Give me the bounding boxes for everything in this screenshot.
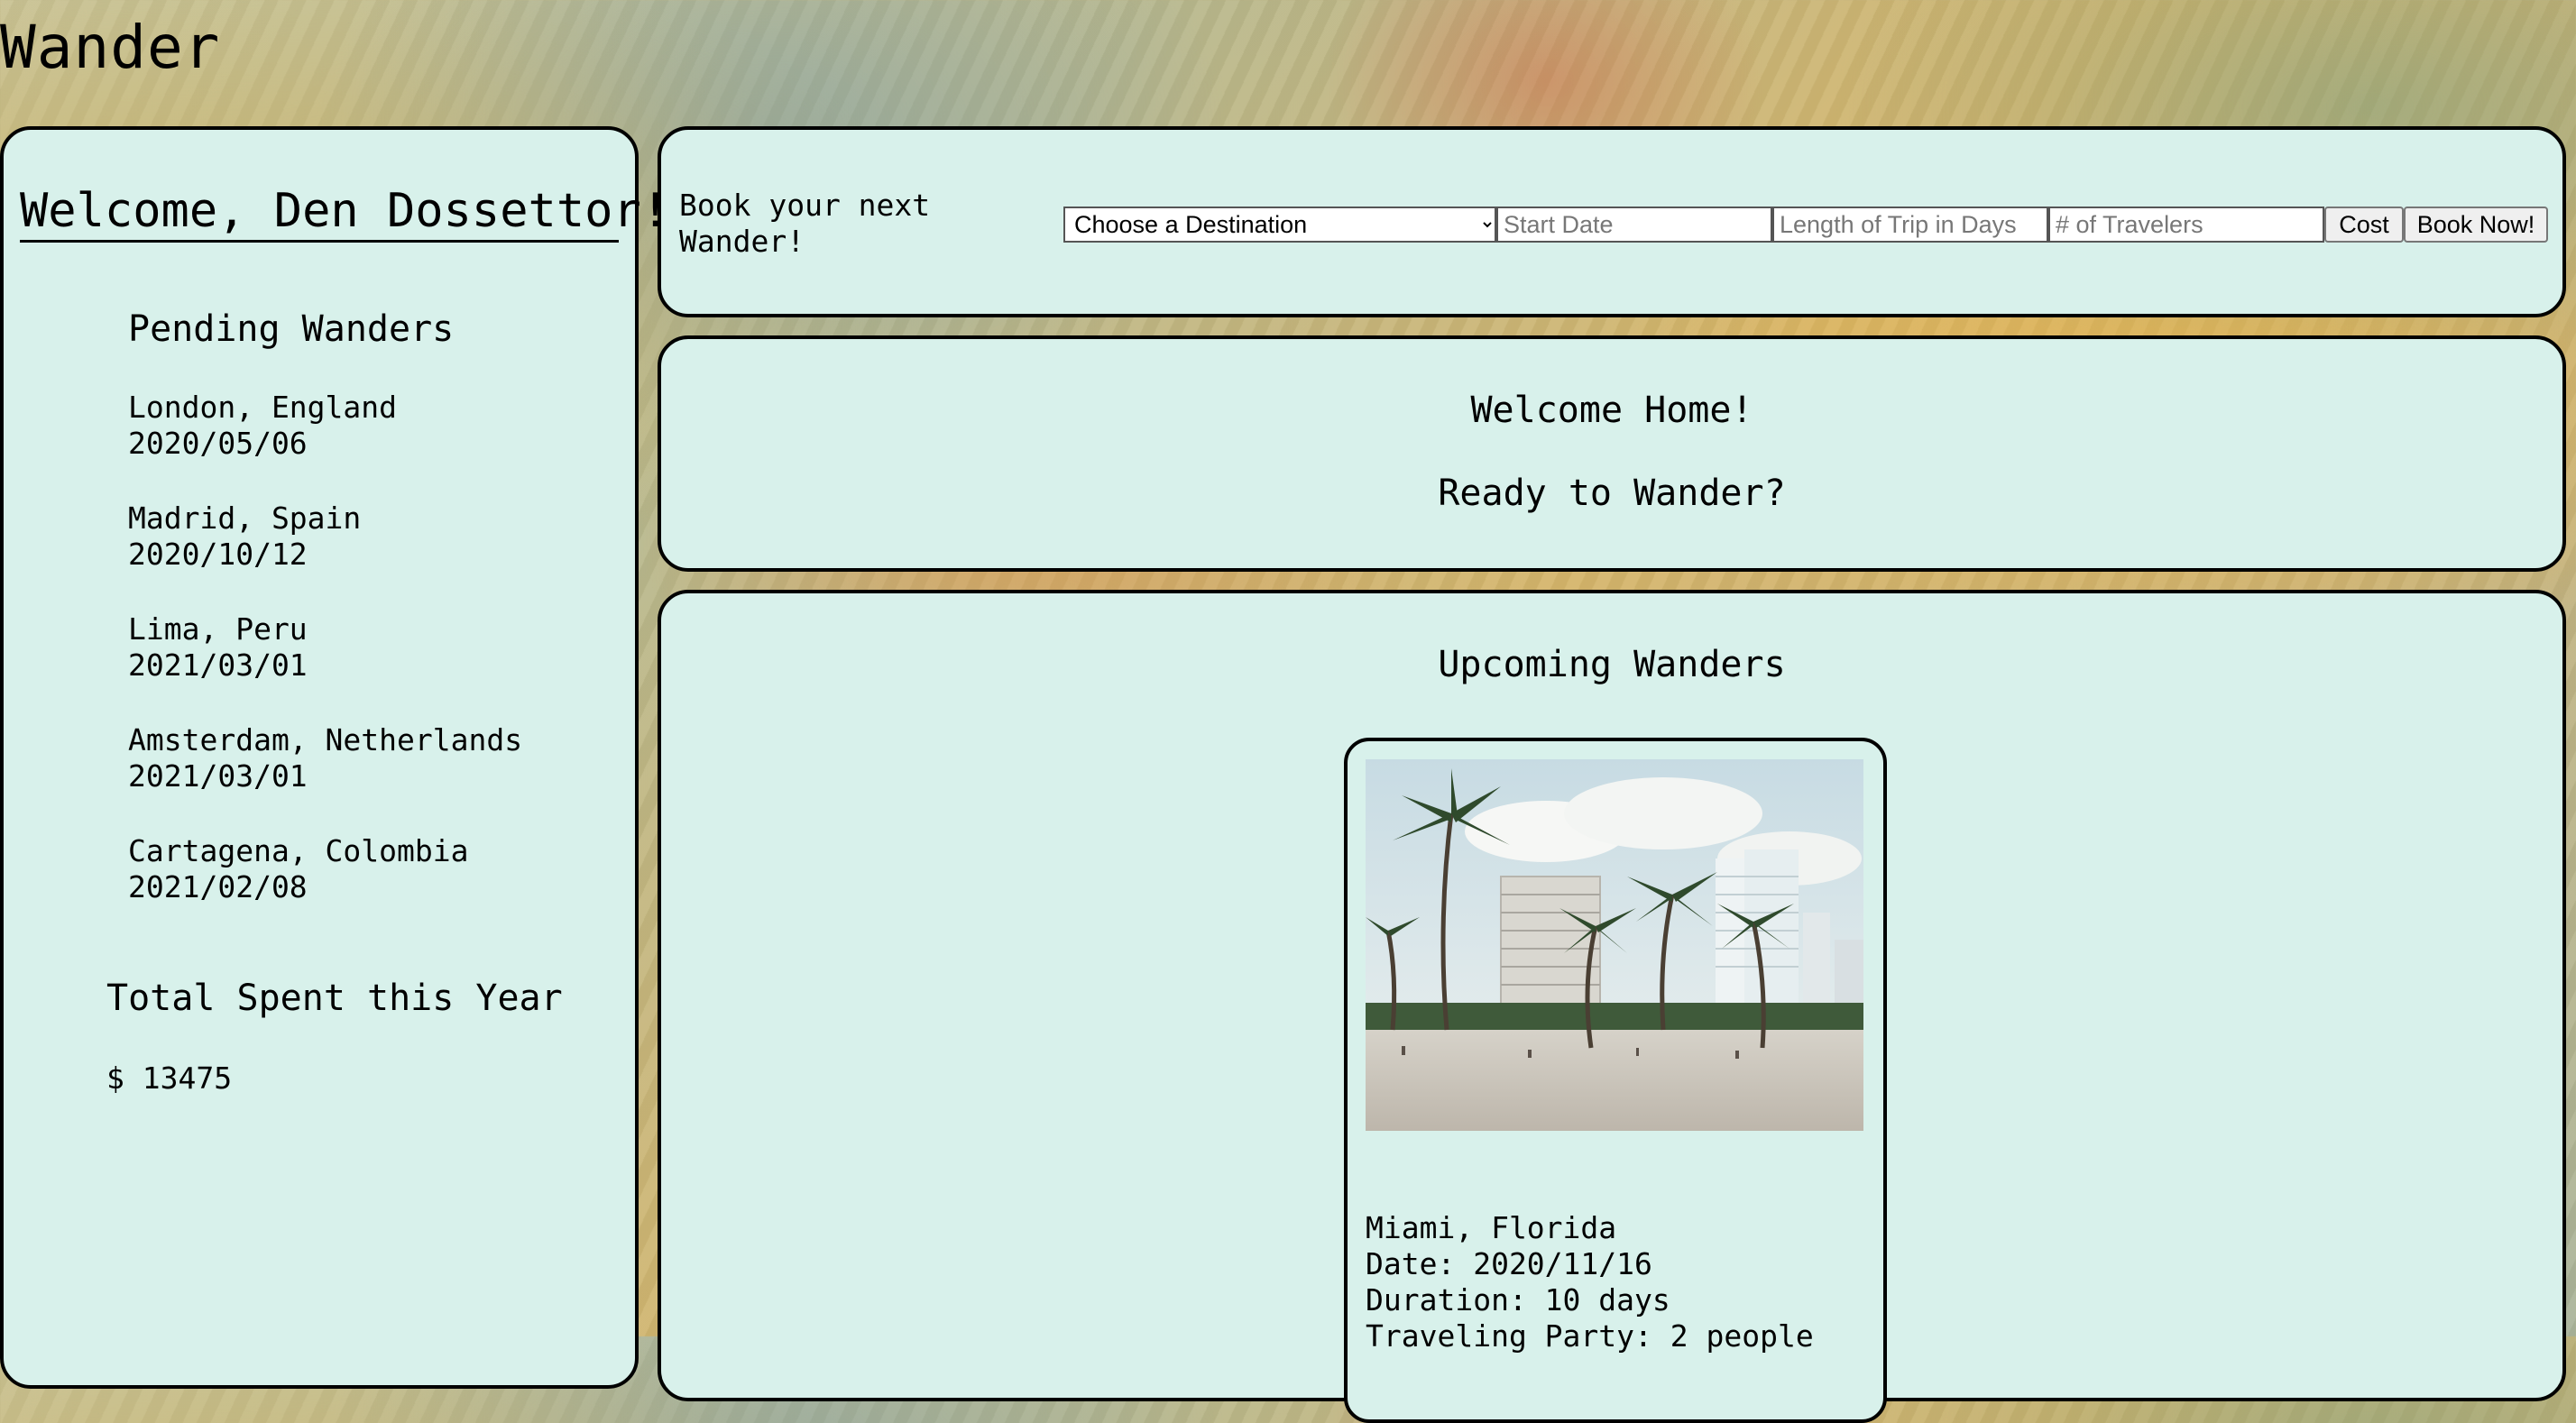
welcome-panel: Welcome Home! Ready to Wander? — [658, 335, 2566, 572]
pending-trip-item: Lima, Peru 2021/03/01 — [128, 611, 522, 722]
trip-date: Date: 2020/11/16 — [1366, 1246, 1652, 1281]
user-sidebar: Welcome, Den Dossettor! Pending Wanders … — [0, 126, 669, 1389]
booking-form: Choose a Destination Cost Book Now! — [1063, 207, 2548, 243]
pending-trip-item: Madrid, Spain 2020/10/12 — [128, 500, 522, 611]
pending-wanders-title: Pending Wanders — [128, 308, 455, 350]
cost-button[interactable]: Cost — [2324, 207, 2404, 243]
trip-destination: Miami, Florida — [1366, 1210, 1617, 1245]
trip-length-input[interactable] — [1772, 207, 2048, 243]
destination-select[interactable]: Choose a Destination — [1063, 207, 1496, 243]
pending-trip-item: London, England 2020/05/06 — [128, 390, 522, 500]
app-title: Wander — [0, 13, 221, 82]
trip-photo — [1366, 759, 1863, 1131]
pending-trip-destination: Cartagena, Colombia — [128, 833, 469, 868]
pending-trip-date: 2020/05/06 — [128, 426, 308, 461]
upcoming-wanders-panel: Upcoming Wanders Miami, Florida Date: 20… — [658, 590, 2566, 1423]
pending-trip-date: 2021/03/01 — [128, 647, 308, 683]
booking-prompt: Book your next Wander! — [679, 188, 931, 259]
travelers-input[interactable] — [2048, 207, 2324, 243]
pending-trip-date: 2021/02/08 — [128, 869, 308, 904]
trip-duration: Duration: 10 days — [1366, 1282, 1670, 1317]
ready-to-wander-heading: Ready to Wander? — [1438, 473, 1786, 514]
start-date-input[interactable] — [1496, 207, 1772, 243]
palm-beach-photo — [1366, 759, 1863, 1131]
pending-trip-item: Cartagena, Colombia 2021/02/08 — [128, 833, 522, 944]
upcoming-trip-card: Miami, Florida Date: 2020/11/16 Duration… — [1344, 738, 1887, 1423]
pending-trip-date: 2021/03/01 — [128, 758, 308, 794]
book-now-button[interactable]: Book Now! — [2404, 207, 2548, 243]
pending-trip-destination: London, England — [128, 390, 398, 425]
trip-party: Traveling Party: 2 people — [1366, 1318, 1814, 1354]
total-spent-amount: $ 13475 — [106, 1060, 233, 1096]
welcome-home-heading: Welcome Home! — [1470, 390, 1753, 431]
upcoming-wanders-title: Upcoming Wanders — [1438, 644, 1786, 685]
pending-trip-destination: Lima, Peru — [128, 611, 308, 647]
welcome-user-heading: Welcome, Den Dossettor! — [20, 184, 669, 243]
pending-trip-item: Amsterdam, Netherlands 2021/03/01 — [128, 722, 522, 833]
pending-trip-destination: Amsterdam, Netherlands — [128, 722, 523, 757]
pending-trip-date: 2020/10/12 — [128, 537, 308, 572]
pending-trip-destination: Madrid, Spain — [128, 500, 362, 536]
trip-details: Miami, Florida Date: 2020/11/16 Duration… — [1366, 1210, 1814, 1354]
booking-panel: Book your next Wander! Choose a Destinat… — [658, 126, 2566, 317]
total-spent-title: Total Spent this Year — [106, 978, 563, 1019]
pending-wanders-list: London, England 2020/05/06 Madrid, Spain… — [128, 390, 522, 944]
